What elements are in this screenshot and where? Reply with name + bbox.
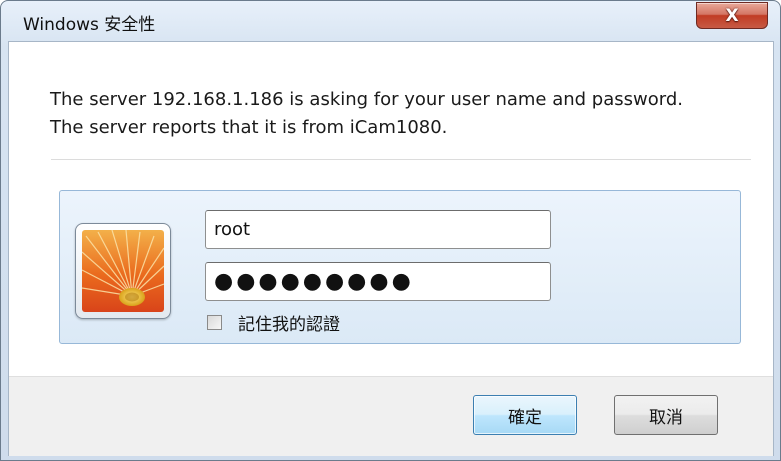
dialog-body: The server 192.168.1.186 is asking for y… (8, 41, 774, 456)
remember-credentials-option[interactable]: 記住我的認證 (207, 310, 340, 335)
avatar (75, 223, 171, 319)
message-line-1: The server 192.168.1.186 is asking for y… (50, 89, 683, 110)
cancel-button[interactable]: 取消 (614, 395, 718, 435)
username-input[interactable] (205, 210, 551, 249)
remember-label: 記住我的認證 (238, 315, 340, 335)
message-line-2: The server reports that it is from iCam1… (50, 117, 448, 138)
divider (51, 159, 751, 160)
window-title: Windows 安全性 (23, 15, 156, 35)
remember-checkbox[interactable] (207, 315, 222, 330)
password-input[interactable] (205, 262, 551, 301)
title-bar[interactable]: Windows 安全性 X (1, 1, 780, 41)
close-icon: X (725, 5, 739, 26)
flower-user-icon (82, 230, 164, 312)
credential-tile[interactable]: 記住我的認證 (59, 190, 741, 344)
server-message: The server 192.168.1.186 is asking for y… (50, 86, 750, 142)
button-bar: 確定 取消 (9, 376, 773, 456)
close-button[interactable]: X (696, 2, 768, 29)
security-dialog: Windows 安全性 X The server 192.168.1.186 i… (0, 0, 781, 461)
ok-button[interactable]: 確定 (473, 395, 577, 435)
